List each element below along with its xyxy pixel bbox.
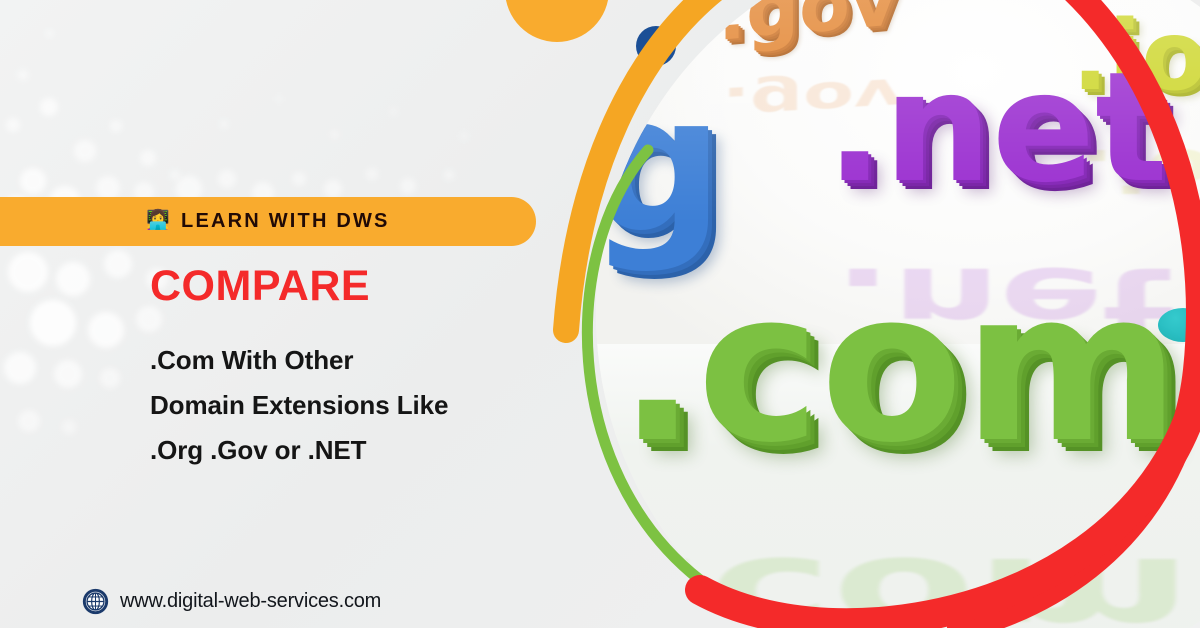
tld-letter-g: g — [596, 54, 725, 275]
tld-com-reflection: .com — [630, 531, 1192, 628]
subtitle-line-1: .Com With Other — [150, 345, 354, 375]
subtitle: .Com With Other Domain Extensions Like .… — [150, 338, 570, 473]
subtitle-line-3: .Org .Gov or .NET — [150, 435, 367, 465]
badge-label: LEARN WITH DWS — [181, 210, 390, 232]
learn-with-dws-badge[interactable]: 👩‍💻 LEARN WITH DWS — [0, 197, 536, 246]
footer: www.digital-web-services.com — [82, 588, 381, 615]
bokeh-decoration — [0, 0, 620, 628]
technologist-emoji: 👩‍💻 — [146, 210, 171, 231]
tld-com: .com — [618, 247, 1180, 489]
hero-image-canvas: g .gov .gov .jo .jo .net .net .com .com — [596, 0, 1200, 628]
tld-net: .net — [826, 39, 1168, 216]
page-title: COMPARE — [150, 262, 371, 310]
subtitle-line-2: Domain Extensions Like — [150, 390, 449, 420]
hero-image: g .gov .gov .jo .jo .net .net .com .com — [596, 0, 1200, 628]
globe-icon — [82, 588, 109, 615]
promo-banner: g .gov .gov .jo .jo .net .net .com .com … — [0, 0, 1200, 628]
website-url[interactable]: www.digital-web-services.com — [120, 590, 381, 613]
